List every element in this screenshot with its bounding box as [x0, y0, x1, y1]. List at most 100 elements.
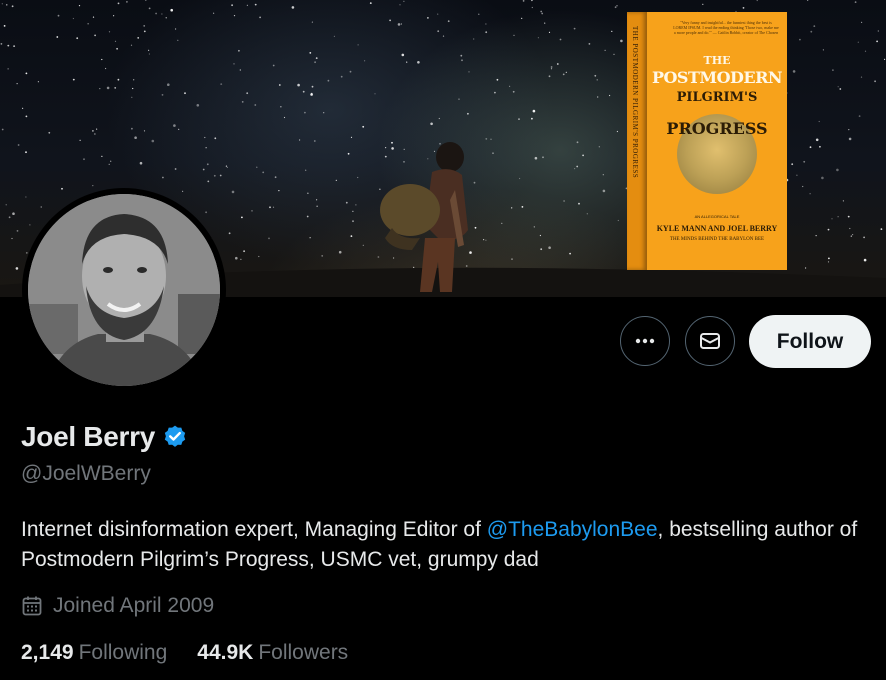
star [161, 94, 164, 96]
star [512, 90, 515, 93]
star [848, 129, 850, 131]
star [533, 226, 535, 228]
more-options-button[interactable] [620, 316, 670, 366]
star [202, 168, 205, 171]
book-spine: THE POSTMODERN PILGRIM'S PROGRESS [627, 12, 647, 270]
star [616, 5, 618, 7]
star [231, 4, 234, 7]
star [241, 101, 244, 103]
star [12, 212, 15, 215]
message-button[interactable] [685, 316, 735, 366]
star [76, 37, 79, 40]
bio-mention-link[interactable]: @TheBabylonBee [487, 518, 658, 541]
star [213, 174, 216, 177]
star [573, 27, 576, 30]
star [574, 168, 576, 170]
star [874, 80, 876, 83]
star [847, 215, 850, 218]
star [485, 138, 488, 140]
star [25, 196, 27, 198]
star [397, 23, 401, 26]
star [178, 128, 180, 130]
follow-button[interactable]: Follow [749, 315, 871, 368]
star [531, 6, 533, 9]
star [305, 169, 307, 171]
star [315, 57, 318, 59]
star [25, 72, 28, 75]
star [602, 174, 604, 176]
star [148, 53, 150, 55]
follow-stats: 2,149 Following 44.9K Followers [21, 641, 348, 665]
book-quote: "Very funny and insightful... the funnie… [673, 20, 779, 35]
star [852, 234, 854, 236]
star [809, 193, 811, 195]
star [340, 75, 343, 78]
star [810, 30, 813, 33]
star [391, 141, 393, 144]
star [857, 41, 859, 43]
star [184, 92, 186, 95]
star [509, 85, 511, 87]
star [521, 206, 524, 208]
star [854, 1, 857, 3]
star [207, 180, 210, 183]
star [175, 28, 177, 30]
star [828, 257, 830, 260]
star [531, 0, 533, 2]
star [438, 117, 440, 120]
star [254, 3, 257, 6]
star [827, 261, 830, 263]
star [548, 31, 551, 33]
star [162, 176, 164, 179]
star [818, 120, 820, 123]
star [805, 267, 807, 269]
star [228, 232, 231, 235]
verified-badge-icon[interactable] [162, 424, 188, 450]
star [519, 177, 521, 180]
star [87, 23, 89, 25]
star [311, 21, 313, 23]
star [274, 176, 277, 179]
star [478, 13, 480, 15]
star [563, 200, 565, 202]
star [807, 0, 809, 1]
star [251, 210, 253, 212]
star [206, 163, 209, 166]
star [151, 139, 155, 143]
star [105, 67, 107, 70]
star [494, 91, 496, 94]
star [884, 58, 886, 61]
star [403, 0, 405, 2]
star [839, 88, 842, 90]
star [550, 68, 553, 70]
following-link[interactable]: 2,149 Following [21, 641, 167, 665]
star [473, 181, 476, 184]
star [548, 246, 551, 249]
star [468, 71, 470, 73]
star [417, 61, 420, 64]
star [403, 148, 405, 150]
star [565, 71, 567, 73]
star [511, 258, 513, 260]
star [165, 17, 167, 19]
star [15, 267, 19, 270]
avatar[interactable] [22, 188, 226, 392]
star [540, 248, 543, 251]
star [832, 69, 834, 71]
star [362, 244, 364, 246]
star [522, 0, 525, 2]
joined-date: Joined April 2009 [53, 594, 215, 617]
star [72, 78, 75, 81]
book-title-line1: THE [703, 54, 731, 67]
star [819, 145, 821, 148]
star [259, 16, 261, 19]
star [307, 192, 309, 194]
display-name: Joel Berry [21, 421, 155, 452]
star [702, 3, 704, 5]
star [427, 17, 429, 19]
star [316, 205, 318, 207]
star [92, 185, 94, 187]
followers-link[interactable]: 44.9K Followers [197, 641, 348, 665]
followers-label: Followers [258, 641, 349, 664]
star [836, 168, 839, 172]
